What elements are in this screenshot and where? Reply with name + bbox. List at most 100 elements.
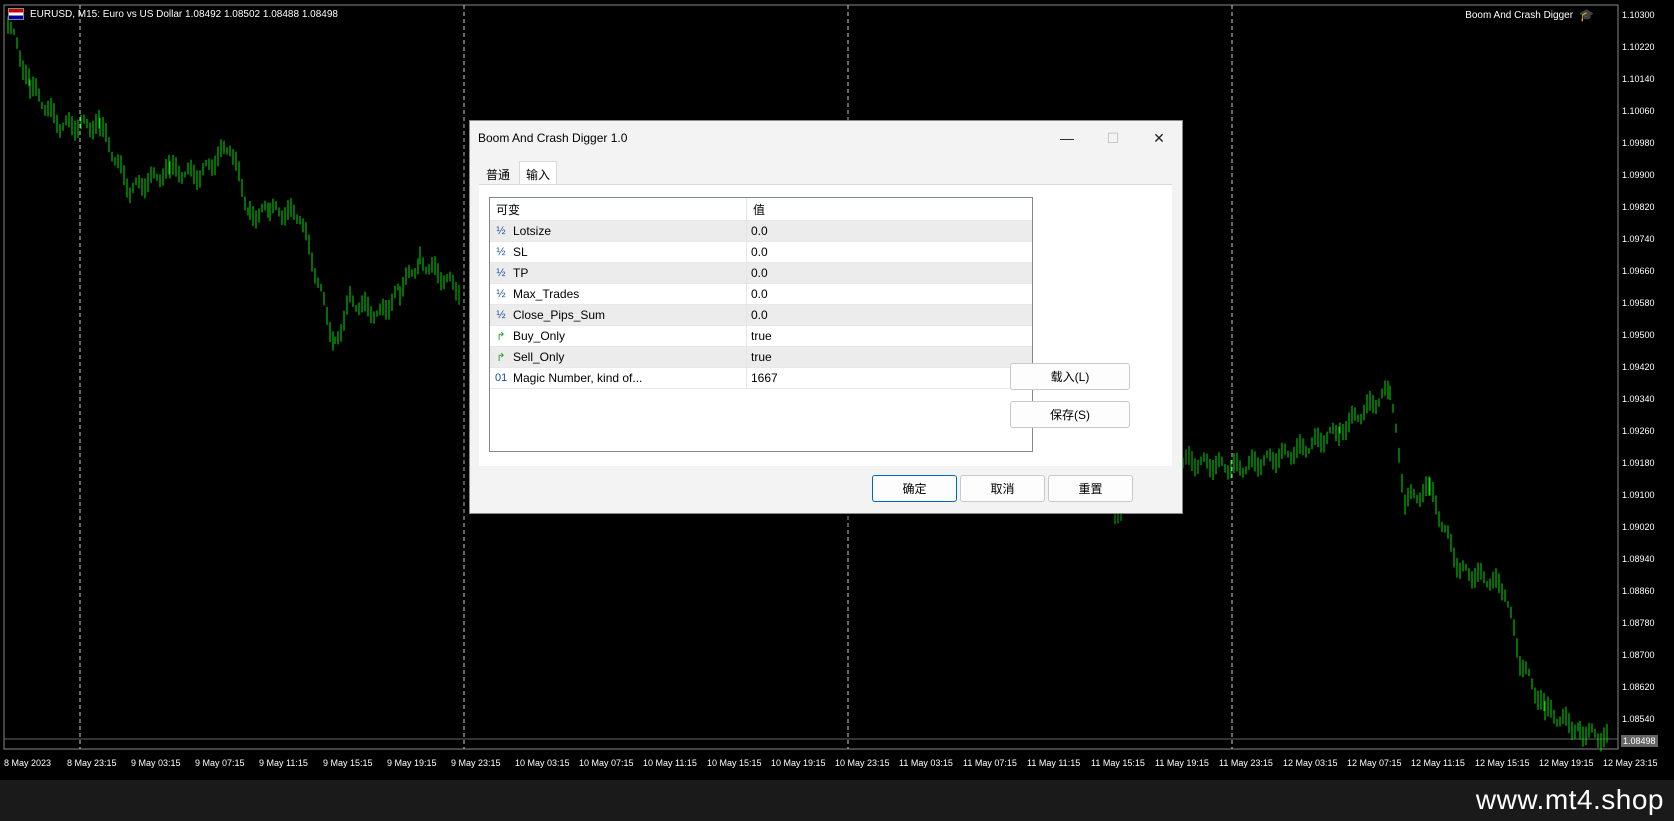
time-tick-label: 12 May 15:15 xyxy=(1475,758,1530,768)
time-tick-label: 10 May 03:15 xyxy=(515,758,570,768)
input-name: Sell_Only xyxy=(513,350,565,364)
symbol-info-text: EURUSD, M15: Euro vs US Dollar 1.08492 1… xyxy=(30,8,338,20)
time-tick-label: 9 May 03:15 xyxy=(131,758,181,768)
time-tick-label: 12 May 03:15 xyxy=(1283,758,1338,768)
time-tick-label: 9 May 19:15 xyxy=(387,758,437,768)
input-name: TP xyxy=(513,266,529,280)
time-tick-label: 10 May 15:15 xyxy=(707,758,762,768)
price-tick-label: 1.10300 xyxy=(1622,10,1655,20)
input-row[interactable]: ↱ Buy_Only true xyxy=(490,326,1032,347)
time-tick-label: 10 May 19:15 xyxy=(771,758,826,768)
input-value-cell[interactable]: true xyxy=(747,326,1032,346)
price-tick-label: 1.09420 xyxy=(1622,362,1655,372)
input-value-cell[interactable]: 0.0 xyxy=(747,221,1032,241)
input-name: Buy_Only xyxy=(513,329,566,343)
price-tick-label: 1.08540 xyxy=(1622,714,1655,724)
flag-icon xyxy=(8,8,24,20)
grid-rows: ½ Lotsize 0.0 ½ SL 0.0 ½ TP 0.0 ½ Max_Trades 0.0 ½ Cl… xyxy=(490,221,1032,389)
input-name-cell[interactable]: ½ Max_Trades xyxy=(490,284,747,304)
price-tick-label: 1.08700 xyxy=(1622,650,1655,660)
double-type-icon: ½ xyxy=(496,246,506,258)
symbol-info: EURUSD, M15: Euro vs US Dollar 1.08492 1… xyxy=(8,8,338,20)
input-name: SL xyxy=(513,245,528,259)
time-tick-label: 9 May 23:15 xyxy=(451,758,501,768)
bool-type-icon: ↱ xyxy=(496,351,506,364)
save-button[interactable]: 保存(S) xyxy=(1010,401,1130,428)
current-price-label: 1.08498 xyxy=(1621,735,1658,747)
price-tick-label: 1.09100 xyxy=(1622,490,1655,500)
dialog-title-bar[interactable]: Boom And Crash Digger 1.0 — ☐ ✕ xyxy=(470,121,1182,155)
input-value-cell[interactable]: 0.0 xyxy=(747,305,1032,325)
ea-name: Boom And Crash Digger xyxy=(1465,9,1574,21)
input-value-cell[interactable]: 0.0 xyxy=(747,284,1032,304)
double-type-icon: ½ xyxy=(496,267,506,279)
expert-advisor-label[interactable]: Boom And Crash Digger 🎓 xyxy=(1465,8,1594,22)
price-tick-label: 1.10220 xyxy=(1622,42,1655,52)
minimize-icon: — xyxy=(1060,130,1074,146)
input-name-cell[interactable]: 01 Magic Number, kind of... xyxy=(490,368,747,388)
price-tick-label: 1.09580 xyxy=(1622,298,1655,308)
input-row[interactable]: ½ Lotsize 0.0 xyxy=(490,221,1032,242)
time-tick-label: 9 May 07:15 xyxy=(195,758,245,768)
input-row[interactable]: ½ TP 0.0 xyxy=(490,263,1032,284)
input-name-cell[interactable]: ½ SL xyxy=(490,242,747,262)
input-name: Close_Pips_Sum xyxy=(513,308,606,322)
price-tick-label: 1.08780 xyxy=(1622,618,1655,628)
bool-type-icon: ↱ xyxy=(496,330,506,343)
time-tick-label: 8 May 23:15 xyxy=(67,758,117,768)
input-name-cell[interactable]: ↱ Buy_Only xyxy=(490,326,747,346)
ea-properties-dialog: Boom And Crash Digger 1.0 — ☐ ✕ 普通 输入 可变… xyxy=(469,120,1183,514)
dialog-title: Boom And Crash Digger 1.0 xyxy=(478,131,628,145)
maximize-button: ☐ xyxy=(1090,121,1136,155)
watermark: www.mt4.shop xyxy=(1475,784,1664,815)
input-row[interactable]: ½ Close_Pips_Sum 0.0 xyxy=(490,305,1032,326)
input-row[interactable]: 01 Magic Number, kind of... 1667 xyxy=(490,368,1032,389)
input-row[interactable]: ½ SL 0.0 xyxy=(490,242,1032,263)
input-value-cell[interactable]: 0.0 xyxy=(747,263,1032,283)
cancel-button[interactable]: 取消 xyxy=(960,475,1045,502)
double-type-icon: ½ xyxy=(496,309,506,321)
input-row[interactable]: ↱ Sell_Only true xyxy=(490,347,1032,368)
time-tick-label: 12 May 11:15 xyxy=(1411,758,1465,768)
inputs-grid: 可变 值 ½ Lotsize 0.0 ½ SL 0.0 ½ TP 0.0 ½ Max_Trades 0… xyxy=(489,197,1033,452)
price-tick-label: 1.09660 xyxy=(1622,266,1655,276)
time-tick-label: 12 May 23:15 xyxy=(1603,758,1658,768)
load-button[interactable]: 载入(L) xyxy=(1010,363,1130,390)
column-header-value[interactable]: 值 xyxy=(747,198,1032,220)
time-tick-label: 10 May 07:15 xyxy=(579,758,634,768)
maximize-icon: ☐ xyxy=(1106,129,1120,146)
time-tick-label: 9 May 11:15 xyxy=(259,758,308,768)
price-tick-label: 1.09900 xyxy=(1622,170,1655,180)
input-name: Max_Trades xyxy=(513,287,580,301)
ok-button[interactable]: 确定 xyxy=(872,475,957,502)
reset-button[interactable]: 重置 xyxy=(1048,475,1133,502)
time-tick-label: 11 May 11:15 xyxy=(1027,758,1081,768)
time-tick-label: 11 May 19:15 xyxy=(1155,758,1209,768)
input-name-cell[interactable]: ½ TP xyxy=(490,263,747,283)
grid-header: 可变 值 xyxy=(490,198,1032,221)
close-button[interactable]: ✕ xyxy=(1136,121,1182,155)
price-tick-label: 1.09340 xyxy=(1622,394,1655,404)
input-value-cell[interactable]: true xyxy=(747,347,1032,367)
inputs-panel: 可变 值 ½ Lotsize 0.0 ½ SL 0.0 ½ TP 0.0 ½ Max_Trades 0… xyxy=(479,184,1172,466)
input-value-cell[interactable]: 0.0 xyxy=(747,242,1032,262)
minimize-button[interactable]: — xyxy=(1044,121,1090,155)
double-type-icon: ½ xyxy=(496,288,506,300)
time-tick-label: 8 May 2023 xyxy=(4,758,52,768)
int-type-icon: 01 xyxy=(495,372,508,384)
input-name-cell[interactable]: ↱ Sell_Only xyxy=(490,347,747,367)
time-tick-label: 11 May 03:15 xyxy=(899,758,953,768)
input-name-cell[interactable]: ½ Lotsize xyxy=(490,221,747,241)
price-tick-label: 1.08860 xyxy=(1622,586,1655,596)
price-tick-label: 1.08940 xyxy=(1622,554,1655,564)
input-value-cell[interactable]: 1667 xyxy=(747,368,1032,388)
input-name-cell[interactable]: ½ Close_Pips_Sum xyxy=(490,305,747,325)
column-header-variable[interactable]: 可变 xyxy=(490,198,747,220)
time-tick-label: 11 May 23:15 xyxy=(1219,758,1273,768)
input-row[interactable]: ½ Max_Trades 0.0 xyxy=(490,284,1032,305)
time-tick-label: 11 May 15:15 xyxy=(1091,758,1145,768)
price-tick-label: 1.09180 xyxy=(1622,458,1655,468)
time-tick-label: 12 May 19:15 xyxy=(1539,758,1594,768)
double-type-icon: ½ xyxy=(496,225,506,237)
price-tick-label: 1.09740 xyxy=(1622,234,1655,244)
